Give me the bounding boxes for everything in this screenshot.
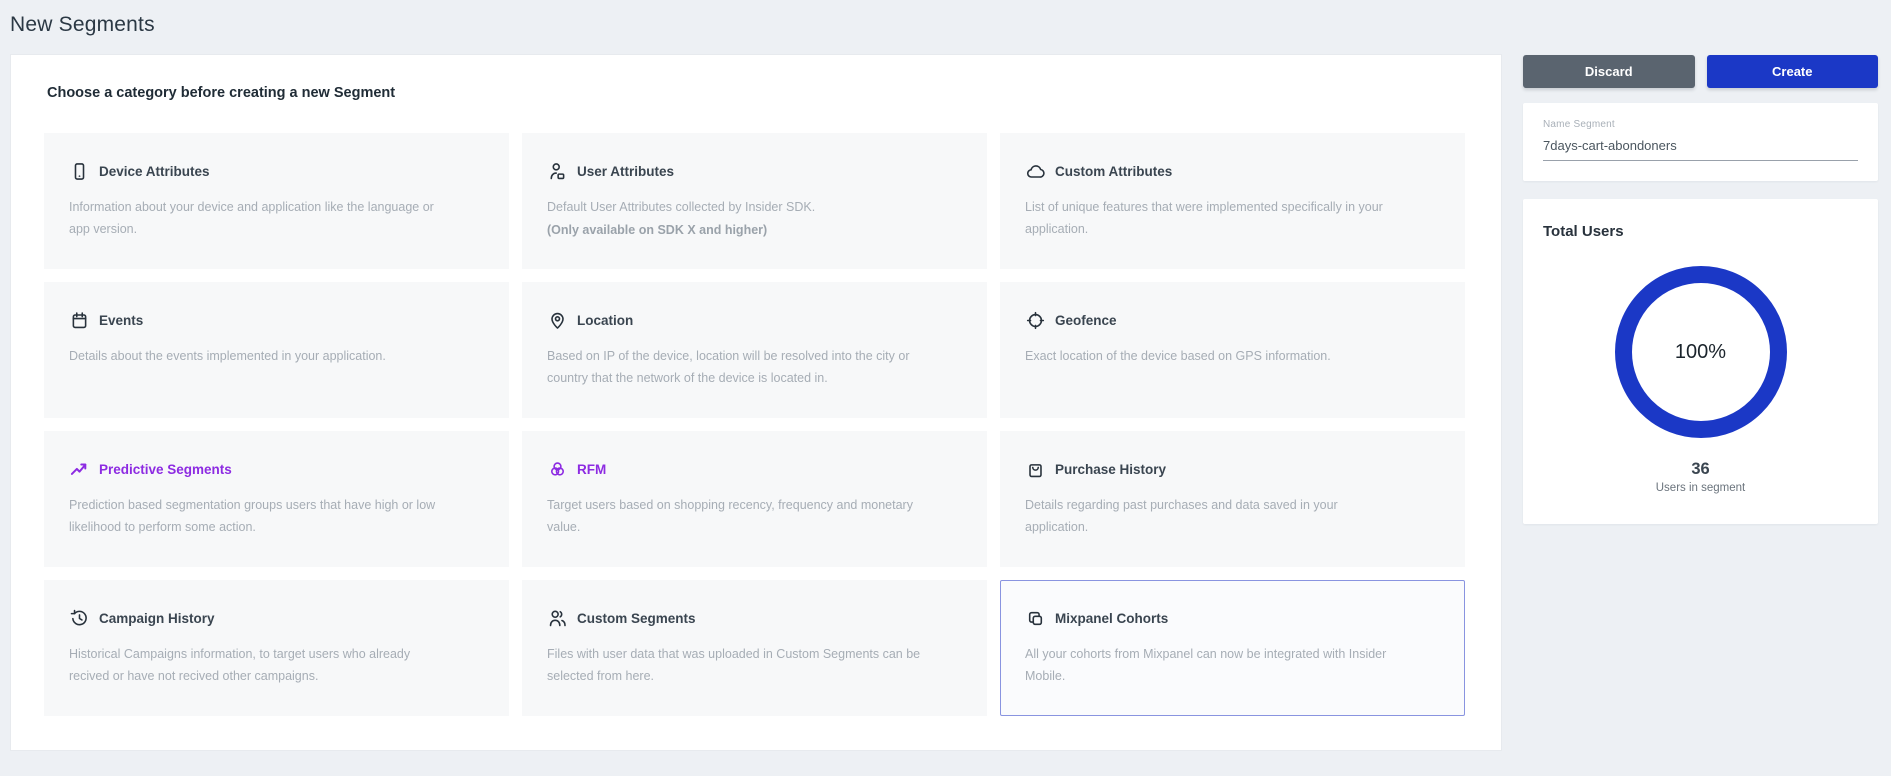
category-card-location[interactable]: Location Based on IP of the device, locat… <box>522 282 987 418</box>
category-title: Predictive Segments <box>99 462 232 477</box>
category-card-header: Events <box>69 310 484 330</box>
map-pin-icon <box>547 310 567 330</box>
category-card-rfm[interactable]: RFM Target users based on shopping recenc… <box>522 431 987 567</box>
segment-sidebar: Discard Create Name Segment Total Users … <box>1523 55 1878 524</box>
users-count: 36 <box>1543 460 1858 479</box>
category-description: Based on IP of the device, location will… <box>547 346 962 390</box>
category-title: Mixpanel Cohorts <box>1055 611 1168 626</box>
category-card-mixpanel-cohorts[interactable]: Mixpanel Cohorts All your cohorts from Mi… <box>1000 580 1465 716</box>
page-title: New Segments <box>10 13 155 37</box>
category-description: Exact location of the device based on GP… <box>1025 346 1440 368</box>
category-card-header: Purchase History <box>1025 459 1440 479</box>
crosshair-icon <box>1025 310 1045 330</box>
category-title: Device Attributes <box>99 164 210 179</box>
users-icon <box>547 608 567 628</box>
category-card-header: Custom Attributes <box>1025 161 1440 181</box>
category-description: Files with user data that was uploaded i… <box>547 644 962 688</box>
category-card-header: Location <box>547 310 962 330</box>
category-title: Geofence <box>1055 313 1117 328</box>
category-title: Custom Segments <box>577 611 696 626</box>
category-description: Target users based on shopping recency, … <box>547 495 962 539</box>
panel-heading: Choose a category before creating a new … <box>47 85 395 101</box>
category-card-header: Custom Segments <box>547 608 962 628</box>
total-users-heading: Total Users <box>1543 223 1858 240</box>
category-title: Location <box>577 313 633 328</box>
category-description: Prediction based segmentation groups use… <box>69 495 484 539</box>
trending-up-icon <box>69 459 89 479</box>
linked-squares-icon <box>1025 608 1045 628</box>
category-description: Historical Campaigns information, to tar… <box>69 644 484 688</box>
category-panel: Choose a category before creating a new … <box>10 54 1502 751</box>
name-segment-card: Name Segment <box>1523 103 1878 181</box>
category-grid: Device Attributes Information about your … <box>44 133 1473 716</box>
users-caption: Users in segment <box>1543 482 1858 494</box>
history-clock-icon <box>69 608 89 628</box>
category-card-user-attributes[interactable]: User Attributes Default User Attributes c… <box>522 133 987 269</box>
calendar-icon <box>69 310 89 330</box>
smartphone-icon <box>69 161 89 181</box>
category-card-geofence[interactable]: Geofence Exact location of the device bas… <box>1000 282 1465 418</box>
category-card-custom-attributes[interactable]: Custom Attributes List of unique features… <box>1000 133 1465 269</box>
action-buttons: Discard Create <box>1523 55 1878 88</box>
category-card-header: User Attributes <box>547 161 962 181</box>
category-description: All your cohorts from Mixpanel can now b… <box>1025 644 1440 688</box>
category-description: Details regarding past purchases and dat… <box>1025 495 1440 539</box>
name-segment-input[interactable] <box>1543 135 1858 161</box>
category-card-campaign-history[interactable]: Campaign History Historical Campaigns inf… <box>44 580 509 716</box>
category-description: Details about the events implemented in … <box>69 346 484 368</box>
category-title: Purchase History <box>1055 462 1166 477</box>
shopping-bag-icon <box>1025 459 1045 479</box>
venn-diagram-icon <box>547 459 567 479</box>
category-card-purchase-history[interactable]: Purchase History Details regarding past p… <box>1000 431 1465 567</box>
category-card-predictive-segments[interactable]: Predictive Segments Prediction based segm… <box>44 431 509 567</box>
category-card-header: Geofence <box>1025 310 1440 330</box>
category-title: User Attributes <box>577 164 674 179</box>
category-card-header: Campaign History <box>69 608 484 628</box>
category-card-header: Device Attributes <box>69 161 484 181</box>
category-title: Events <box>99 313 143 328</box>
category-description-note: (Only available on SDK X and higher) <box>547 220 962 242</box>
total-users-card: Total Users 100% 36 Users in segment <box>1523 199 1878 524</box>
category-card-device-attributes[interactable]: Device Attributes Information about your … <box>44 133 509 269</box>
category-description: Information about your device and applic… <box>69 197 484 241</box>
cloud-icon <box>1025 161 1045 181</box>
create-button[interactable]: Create <box>1707 55 1879 88</box>
category-card-header: Predictive Segments <box>69 459 484 479</box>
category-description: Default User Attributes collected by Ins… <box>547 197 962 219</box>
users-donut-chart: 100% <box>1615 266 1787 438</box>
category-title: Custom Attributes <box>1055 164 1172 179</box>
category-card-header: Mixpanel Cohorts <box>1025 608 1440 628</box>
category-card-events[interactable]: Events Details about the events implement… <box>44 282 509 418</box>
category-title: RFM <box>577 462 606 477</box>
user-badge-icon <box>547 161 567 181</box>
discard-button[interactable]: Discard <box>1523 55 1695 88</box>
category-card-header: RFM <box>547 459 962 479</box>
category-description: List of unique features that were implem… <box>1025 197 1440 241</box>
name-segment-label: Name Segment <box>1543 119 1858 130</box>
donut-percent-label: 100% <box>1675 341 1726 364</box>
category-title: Campaign History <box>99 611 215 626</box>
category-card-custom-segments[interactable]: Custom Segments Files with user data that… <box>522 580 987 716</box>
